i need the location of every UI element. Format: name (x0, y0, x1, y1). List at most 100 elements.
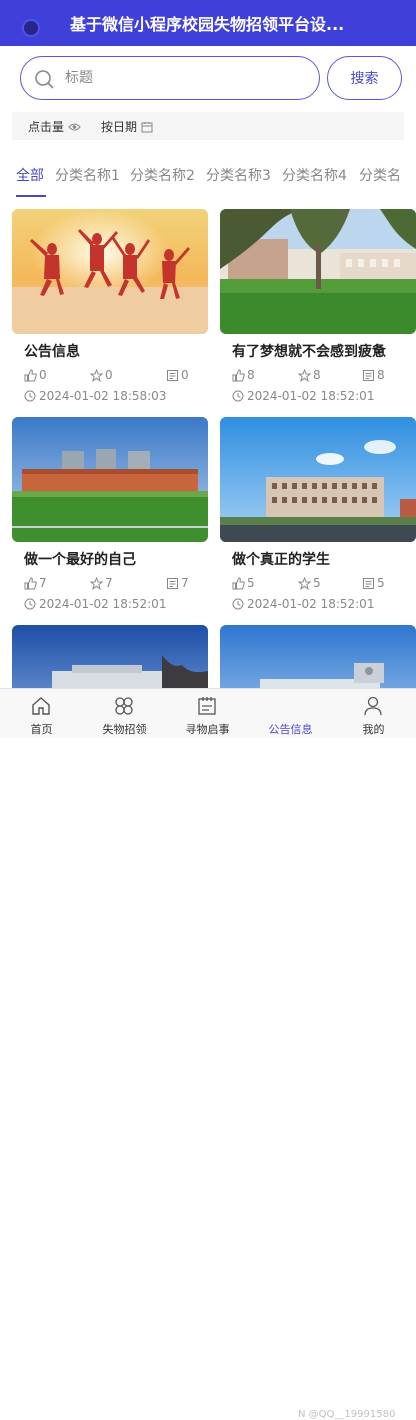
comments-stat: 0 (166, 368, 189, 382)
favorites-stat: 7 (90, 576, 113, 590)
search-icon (35, 70, 54, 89)
card-title: 做个真正的学生 (232, 552, 330, 568)
card-date-text: 2024-01-02 18:52:01 (247, 597, 375, 611)
card-date-text: 2024-01-02 18:58:03 (39, 389, 167, 403)
card-stats: 8 8 8 (232, 368, 404, 386)
comments-stat: 7 (166, 576, 189, 590)
card-date-text: 2024-01-02 18:52:01 (247, 389, 375, 403)
active-tab-indicator (16, 195, 46, 197)
comments-stat: 5 (362, 576, 385, 590)
document-icon (363, 369, 374, 381)
card-image-campus-field (12, 417, 208, 542)
home-icon (32, 697, 50, 715)
card-title: 公告信息 (24, 344, 80, 360)
tab-category-4[interactable]: 分类名称4 (282, 165, 347, 185)
clock-icon (232, 598, 244, 610)
tab-category-3[interactable]: 分类名称3 (206, 165, 271, 185)
notebook-icon (198, 697, 216, 715)
tab-category-2[interactable]: 分类名称2 (130, 165, 195, 185)
thumbs-up-icon (24, 576, 37, 589)
star-icon (90, 368, 103, 382)
favorites-count: 7 (105, 576, 113, 590)
favorites-count: 0 (105, 368, 113, 382)
tabbar-home[interactable]: 首页 (0, 689, 83, 739)
tab-category-5[interactable]: 分类名 (359, 165, 401, 185)
sort-by-date[interactable]: 按日期 (101, 118, 153, 135)
favorites-stat: 5 (298, 576, 321, 590)
notice-card[interactable] (220, 625, 416, 688)
eye-icon (68, 123, 81, 130)
likes-stat: 0 (24, 368, 47, 382)
star-icon (90, 576, 103, 590)
grid-flower-icon (115, 697, 133, 715)
clock-icon (24, 390, 36, 402)
notice-card[interactable] (12, 625, 208, 688)
tabbar-label: 寻物启事 (185, 723, 230, 736)
comments-count: 5 (377, 576, 385, 590)
thumbs-up-icon (232, 368, 245, 381)
comments-count: 8 (377, 368, 385, 382)
search-input[interactable] (65, 65, 305, 91)
card-date: 2024-01-02 18:52:01 (24, 597, 166, 611)
favorites-count: 5 (313, 576, 321, 590)
tabbar-lost-found[interactable]: 失物招领 (83, 689, 166, 739)
likes-count: 7 (39, 576, 47, 590)
tabbar-label: 我的 (362, 723, 385, 736)
page-title: 基于微信小程序校园失物招领平台设... (70, 15, 345, 34)
thumbs-up-icon (232, 576, 245, 589)
tabbar-label: 首页 (30, 723, 53, 736)
tabbar-lost-notice[interactable]: 寻物启事 (166, 689, 249, 739)
card-date-text: 2024-01-02 18:52:01 (39, 597, 167, 611)
card-image-campus-building-dusk (12, 625, 208, 688)
category-tabs: 全部 分类名称1 分类名称2 分类名称3 分类名称4 分类名 (0, 158, 416, 198)
sort-bar: 点击量 按日期 (12, 112, 404, 140)
sort-date-label: 按日期 (101, 120, 138, 134)
likes-stat: 7 (24, 576, 47, 590)
likes-count: 0 (39, 368, 47, 382)
tabbar-mine[interactable]: 我的 (332, 689, 415, 739)
tab-category-1[interactable]: 分类名称1 (55, 165, 120, 185)
search-button[interactable]: 搜索 (327, 56, 402, 100)
card-stats: 0 0 0 (24, 368, 196, 386)
thumbs-up-icon (24, 368, 37, 381)
card-stats: 7 7 7 (24, 576, 196, 594)
favorites-stat: 8 (298, 368, 321, 382)
bottom-tab-bar: 首页 失物招领 寻物启事 公告信息 我的 N @QQ__19991580 (0, 688, 416, 1420)
likes-count: 8 (247, 368, 255, 382)
document-icon (167, 577, 178, 589)
star-icon (298, 368, 311, 382)
clock-icon (24, 598, 36, 610)
sort-by-clicks[interactable]: 点击量 (28, 118, 81, 135)
card-title: 有了梦想就不会感到疲惫 (232, 344, 386, 360)
card-image-jumping-people (12, 209, 208, 334)
watermark-text: N @QQ__19991580 (298, 1409, 396, 1420)
card-image-campus-hall (220, 625, 416, 688)
sort-clicks-label: 点击量 (28, 120, 65, 134)
tabbar-notices[interactable]: 公告信息 (249, 689, 332, 739)
comments-count: 7 (181, 576, 189, 590)
likes-stat: 5 (232, 576, 255, 590)
tabbar-label: 公告信息 (268, 723, 313, 736)
clock-icon (232, 390, 244, 402)
comments-stat: 8 (362, 368, 385, 382)
comments-count: 0 (181, 368, 189, 382)
tabbar-label: 失物招领 (102, 723, 147, 736)
card-date: 2024-01-02 18:52:01 (232, 597, 374, 611)
likes-count: 5 (247, 576, 255, 590)
user-icon (364, 696, 382, 716)
card-date: 2024-01-02 18:58:03 (24, 389, 166, 403)
tab-all[interactable]: 全部 (16, 165, 44, 185)
document-icon (363, 577, 374, 589)
document-icon (167, 369, 178, 381)
search-box[interactable] (20, 56, 320, 100)
back-icon[interactable] (22, 19, 40, 37)
favorites-count: 8 (313, 368, 321, 382)
card-image-campus-lawn (220, 209, 416, 334)
favorites-stat: 0 (90, 368, 113, 382)
calendar-icon (141, 121, 153, 132)
header-bar: 基于微信小程序校园失物招领平台设... (0, 0, 416, 46)
card-image-campus-building (220, 417, 416, 542)
card-title: 做一个最好的自己 (24, 552, 136, 568)
star-icon (298, 576, 311, 590)
likes-stat: 8 (232, 368, 255, 382)
